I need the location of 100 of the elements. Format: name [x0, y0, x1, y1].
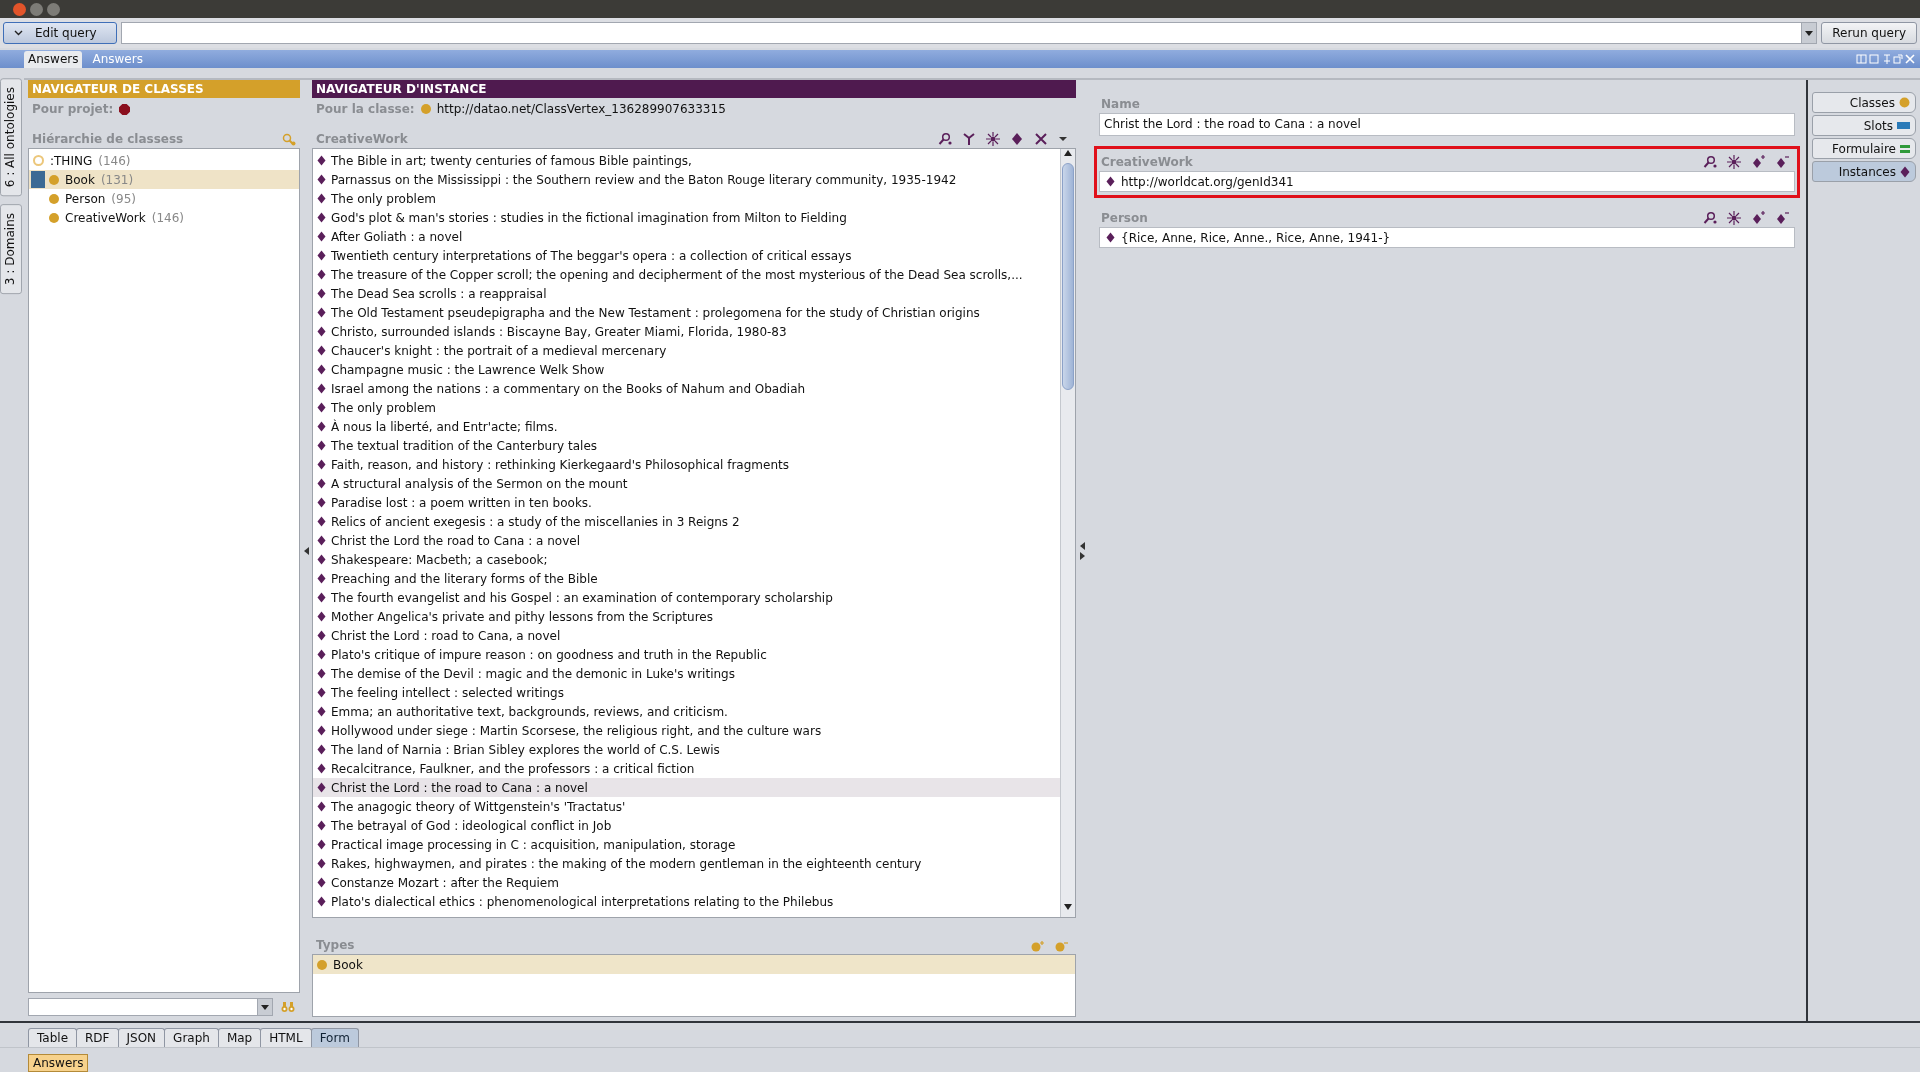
instance-item[interactable]: Christ the Lord : the road to Cana : a novel: [313, 778, 1060, 797]
add-instance-icon[interactable]: [1751, 155, 1765, 169]
instance-item[interactable]: The treasure of the Copper scroll; the opening and decipherment of the most mysterious of the Dead Sea scrolls,...: [313, 265, 1060, 284]
diamond-icon: [317, 459, 326, 470]
instance-item[interactable]: Plato's critique of impure reason : on goodness and truth in the Republic: [313, 645, 1060, 664]
instance-item[interactable]: Mother Angelica's private and pithy lessons from the Scriptures: [313, 607, 1060, 626]
instance-item[interactable]: Christo, surrounded islands : Biscayne Bay, Greater Miami, Florida, 1980-83: [313, 322, 1060, 341]
window-controls-icon[interactable]: [1856, 53, 1916, 65]
instance-item[interactable]: The anagogic theory of Wittgenstein's 'Tractatus': [313, 797, 1060, 816]
minimize-button[interactable]: [30, 2, 43, 16]
instance-item[interactable]: Shakespeare: Macbeth; a casebook;: [313, 550, 1060, 569]
instance-item[interactable]: Recalcitrance, Faulkner, and the professors : a critical fiction: [313, 759, 1060, 778]
instance-item[interactable]: The Bible in art; twenty centuries of famous Bible paintings,: [313, 151, 1060, 170]
class-label: Pour la classe:: [316, 102, 415, 116]
instance-item[interactable]: After Goliath : a novel: [313, 227, 1060, 246]
types-label: Types: [316, 938, 355, 952]
branch-icon[interactable]: [962, 132, 976, 146]
instance-item[interactable]: The betrayal of God : ideological conflict in Job: [313, 816, 1060, 835]
splitter-arrows-icon[interactable]: [1079, 541, 1085, 560]
sparkle-icon[interactable]: [1727, 155, 1741, 169]
close-button[interactable]: [13, 2, 26, 16]
field-label: Person: [1101, 211, 1148, 225]
diamond-icon: [317, 288, 326, 299]
remove-instance-icon[interactable]: [1775, 211, 1789, 225]
diamond-icon: [317, 763, 326, 774]
instance-item[interactable]: Christ the Lord the road to Cana : a novel: [313, 531, 1060, 550]
tree-item[interactable]: :THING (146): [29, 151, 299, 170]
remove-instance-icon[interactable]: [1775, 155, 1789, 169]
instance-item[interactable]: Paradise lost : a poem written in ten books.: [313, 493, 1060, 512]
instance-item[interactable]: Practical image processing in C : acquisition, manipulation, storage: [313, 835, 1060, 854]
view-tab[interactable]: Form: [310, 1028, 359, 1047]
side-tab[interactable]: Classes: [1812, 92, 1916, 113]
instance-item[interactable]: Constanze Mozart : after the Requiem: [313, 873, 1060, 892]
instance-item[interactable]: Preaching and the literary forms of the Bible: [313, 569, 1060, 588]
diamond-icon: [317, 858, 326, 869]
instance-item[interactable]: Champagne music : the Lawrence Welk Show: [313, 360, 1060, 379]
instance-item[interactable]: The demise of the Devil : magic and the demonic in Luke's writings: [313, 664, 1060, 683]
instance-item[interactable]: The fourth evangelist and his Gospel : an examination of contemporary scholarship: [313, 588, 1060, 607]
side-tab[interactable]: 3 : Domains: [0, 204, 22, 295]
instance-item[interactable]: Emma; an authoritative text, backgrounds, reviews, and criticism.: [313, 702, 1060, 721]
side-tab[interactable]: Instances: [1812, 161, 1916, 182]
instance-item[interactable]: Parnassus on the Mississippi : the Southern review and the Baton Rouge literary community, 1935-1942: [313, 170, 1060, 189]
name-field[interactable]: Christ the Lord : the road to Cana : a novel: [1099, 113, 1795, 136]
instance-item[interactable]: Chaucer's knight : the portrait of a medieval mercenary: [313, 341, 1060, 360]
view-tab[interactable]: JSON: [117, 1028, 166, 1047]
instance-item[interactable]: The only problem: [313, 398, 1060, 417]
diamond-icon: [317, 839, 326, 850]
view-tab[interactable]: HTML: [260, 1028, 312, 1047]
collapse-left-icon[interactable]: [303, 546, 309, 555]
instance-item[interactable]: The land of Narnia : Brian Sibley explores the world of C.S. Lewis: [313, 740, 1060, 759]
add-instance-icon[interactable]: [1751, 211, 1765, 225]
query-field[interactable]: [121, 22, 1818, 44]
side-tab[interactable]: 6 : All ontologies: [0, 78, 22, 197]
instance-item[interactable]: The textual tradition of the Canterbury tales: [313, 436, 1060, 455]
view-tab[interactable]: Table: [28, 1028, 78, 1047]
find-person-icon[interactable]: [1703, 155, 1717, 169]
delete-icon[interactable]: [1034, 132, 1048, 146]
instance-item[interactable]: À nous la liberté, and Entr'acte; films.: [313, 417, 1060, 436]
view-tab[interactable]: Map: [217, 1028, 262, 1047]
diamond-icon[interactable]: [1010, 132, 1024, 146]
instance-item[interactable]: Plato's dialectical ethics : phenomenological interpretations relating to the Philebus: [313, 892, 1060, 911]
sparkle-icon[interactable]: [1727, 211, 1741, 225]
diamond-icon: [317, 801, 326, 812]
instance-item[interactable]: The Old Testament pseudepigrapha and the New Testament : prolegomena for the study of Christian origins: [313, 303, 1060, 322]
type-item[interactable]: Book: [313, 955, 1075, 974]
tree-item[interactable]: CreativeWork (146): [29, 208, 299, 227]
scrollbar[interactable]: [1060, 149, 1075, 917]
tree-item[interactable]: Person (95): [29, 189, 299, 208]
view-tab[interactable]: RDF: [76, 1028, 119, 1047]
instance-item[interactable]: The only problem: [313, 189, 1060, 208]
instance-value[interactable]: http://worldcat.org/genId341: [1100, 172, 1794, 191]
instance-item[interactable]: Hollywood under siege : Martin Scorsese, the religious right, and the culture wars: [313, 721, 1060, 740]
answers-tab[interactable]: Answers: [24, 51, 83, 68]
instance-item[interactable]: The Dead Sea scrolls : a reappraisal: [313, 284, 1060, 303]
edit-query-button[interactable]: Edit query: [3, 22, 117, 44]
instance-item[interactable]: God's plot & man's stories : studies in the fictional imagination from Milton to Fielding: [313, 208, 1060, 227]
field-label: Name: [1101, 97, 1140, 111]
instance-item[interactable]: Israel among the nations : a commentary on the Books of Nahum and Obadiah: [313, 379, 1060, 398]
instance-item[interactable]: Twentieth century interpretations of The beggar's opera : a collection of critical essays: [313, 246, 1060, 265]
diamond-icon: [317, 516, 326, 527]
tree-item[interactable]: Book (131): [29, 170, 299, 189]
rerun-query-button[interactable]: Rerun query: [1821, 22, 1917, 44]
sparkle-icon[interactable]: [986, 132, 1000, 146]
side-tab[interactable]: Slots: [1812, 115, 1916, 136]
find-person-icon[interactable]: [1703, 211, 1717, 225]
side-tab[interactable]: Formulaire: [1812, 138, 1916, 159]
instance-item[interactable]: Rakes, highwaymen, and pirates : the making of the modern gentleman in the eighteenth century: [313, 854, 1060, 873]
scroll-thumb[interactable]: [1062, 163, 1074, 390]
find-person-icon[interactable]: [938, 132, 952, 146]
answers-tab[interactable]: Answers: [28, 1054, 89, 1072]
scroll-down-icon[interactable]: [1064, 904, 1072, 910]
instance-item[interactable]: A structural analysis of the Sermon on the mount: [313, 474, 1060, 493]
instance-value[interactable]: {Rice, Anne, Rice, Anne., Rice, Anne, 1941-}: [1100, 228, 1794, 247]
instance-item[interactable]: The feeling intellect : selected writings: [313, 683, 1060, 702]
instance-item[interactable]: Christ the Lord : road to Cana, a novel: [313, 626, 1060, 645]
instance-item[interactable]: Relics of ancient exegesis : a study of the miscellanies in 3 Reigns 2: [313, 512, 1060, 531]
maximize-button[interactable]: [47, 2, 60, 16]
view-tab[interactable]: Graph: [164, 1028, 219, 1047]
scroll-up-icon[interactable]: [1064, 150, 1072, 156]
instance-item[interactable]: Faith, reason, and history : rethinking Kierkegaard's Philosophical fragments: [313, 455, 1060, 474]
